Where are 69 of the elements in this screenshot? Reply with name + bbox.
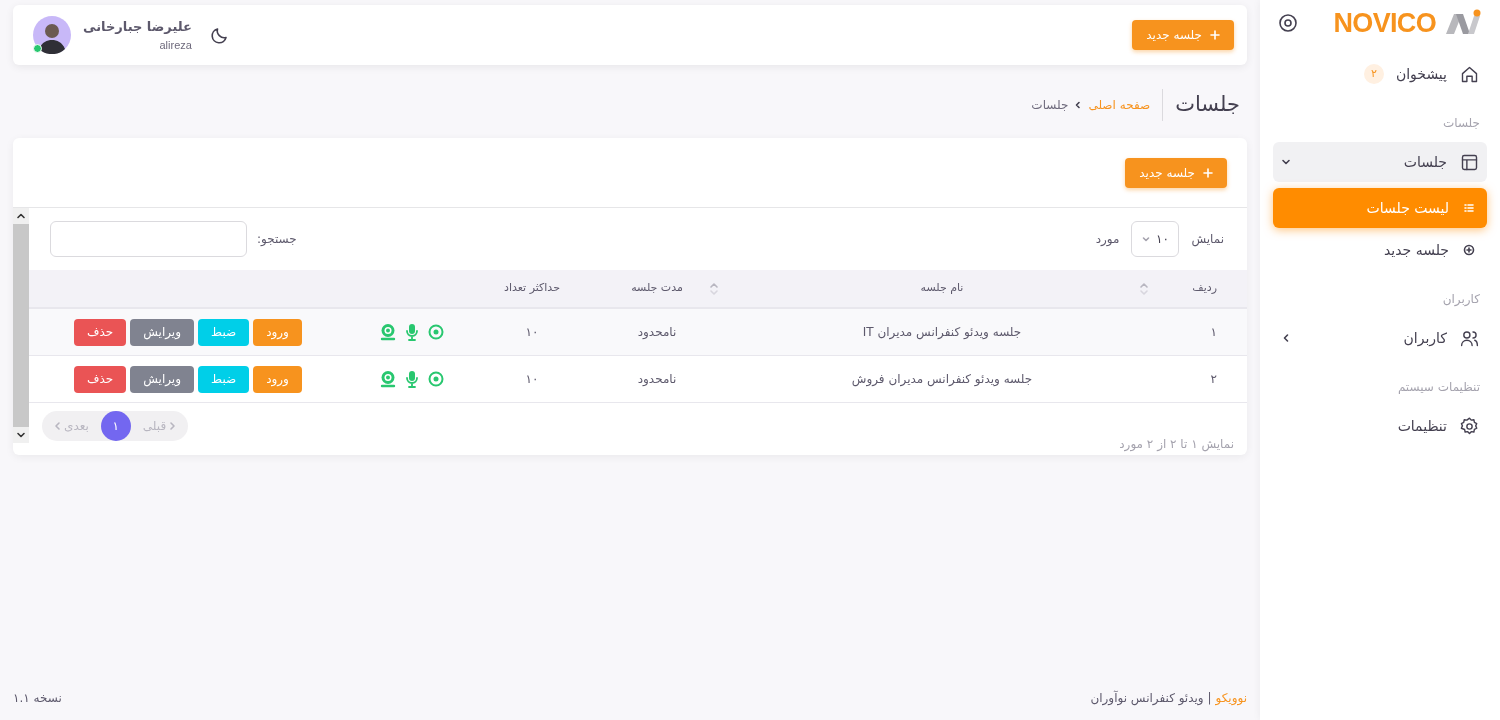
action-button[interactable]: ویرایش — [130, 365, 194, 393]
footer-link[interactable]: نوویکو — [1215, 689, 1247, 707]
sort-icon[interactable] — [709, 281, 719, 297]
table-cell-text: ۱۰ — [525, 371, 539, 388]
record-icon — [428, 371, 444, 387]
chevron-down-icon — [1142, 235, 1150, 243]
nav-item[interactable]: کاربران — [1273, 318, 1487, 358]
moon-icon[interactable] — [209, 25, 230, 45]
toggle-icon[interactable] — [1278, 13, 1298, 33]
breadcrumb-item: جلسات — [1031, 97, 1069, 114]
page-title: جلسات — [1162, 89, 1240, 121]
results-info: نمایش ۱ تا ۲ از ۲ مورد — [1119, 436, 1234, 453]
action-button[interactable]: ضبط — [198, 318, 250, 346]
page-button[interactable]: ۱ — [100, 411, 131, 441]
search-field[interactable] — [50, 221, 247, 257]
username: alireza — [158, 37, 192, 53]
action-button[interactable]: ورود — [253, 365, 302, 393]
avatar[interactable] — [33, 16, 71, 54]
table-cell-text: ۱ — [1210, 324, 1217, 341]
table-cell-text: ۲ — [1210, 371, 1217, 388]
nav-subitem[interactable]: جلسه جدید — [1273, 230, 1487, 270]
nav-item[interactable]: جلسات — [1273, 142, 1487, 182]
microphone-icon — [405, 323, 419, 341]
user-name: علیرضا جبارخانی — [83, 18, 192, 36]
nav-item[interactable]: تنظیمات — [1273, 406, 1487, 446]
section-heading: جلسات — [1441, 115, 1481, 132]
column-header: ردیف — [1192, 280, 1217, 297]
action-button[interactable]: ویرایش — [130, 318, 194, 346]
section-heading: تنظیمات سیستم — [1396, 379, 1481, 396]
plus-icon — [1203, 167, 1213, 178]
plus-circle-icon — [1463, 244, 1475, 256]
action-button[interactable]: حذف — [74, 365, 127, 393]
unit-label: مورد — [1095, 231, 1120, 248]
action-button[interactable]: حذف — [74, 318, 127, 346]
chevron-icon — [54, 421, 61, 431]
webcam-icon — [380, 370, 396, 388]
nav-subitem[interactable]: لیست جلسات — [1273, 188, 1487, 228]
new-session-button[interactable]: جلسه جدید — [1132, 20, 1234, 50]
webcam-icon — [380, 323, 396, 341]
section-heading: کاربران — [1441, 291, 1481, 308]
action-button[interactable]: ضبط — [198, 365, 250, 393]
plus-icon — [1210, 30, 1220, 40]
list-icon — [1463, 202, 1475, 214]
chevron-icon — [1074, 101, 1083, 109]
footer-text: | ویدئو کنفرانس نوآوران — [1090, 689, 1212, 707]
settings-icon — [1459, 415, 1480, 437]
count-badge: ۲ — [1363, 64, 1384, 84]
scrollbar[interactable] — [13, 208, 29, 443]
show-label: نمایش — [1191, 231, 1224, 248]
nav-item[interactable]: پیشخوان ۲ — [1273, 54, 1487, 94]
table-cell-text: ۱۰ — [525, 324, 539, 341]
record-icon — [428, 324, 444, 340]
table-cell-text: جلسه ویدئو کنفرانس مدیران IT — [862, 324, 1022, 341]
microphone-icon — [405, 370, 419, 388]
column-header: حداکثر تعداد — [504, 280, 560, 297]
version-text: نسخه ۱.۱ — [13, 690, 62, 707]
new-session-button[interactable]: جلسه جدید — [1125, 157, 1227, 188]
column-header[interactable]: مدت جلسه — [631, 280, 683, 297]
column-header[interactable]: نام جلسه — [920, 280, 964, 297]
action-button[interactable]: ورود — [253, 318, 302, 346]
table-cell-text: نامحدود — [637, 371, 677, 388]
search-label: جستجو: — [257, 231, 297, 248]
breadcrumb-link[interactable]: صفحه اصلی — [1088, 96, 1151, 114]
page-size-select[interactable]: ۱۰ — [1131, 221, 1180, 257]
brand-logo: NOVICO — [1333, 6, 1436, 40]
sort-icon[interactable] — [1139, 281, 1149, 297]
chevron-icon — [169, 421, 177, 431]
table-cell-text: جلسه ویدئو کنفرانس مدیران فروش — [851, 371, 1033, 388]
table-cell-text: نامحدود — [637, 324, 677, 341]
